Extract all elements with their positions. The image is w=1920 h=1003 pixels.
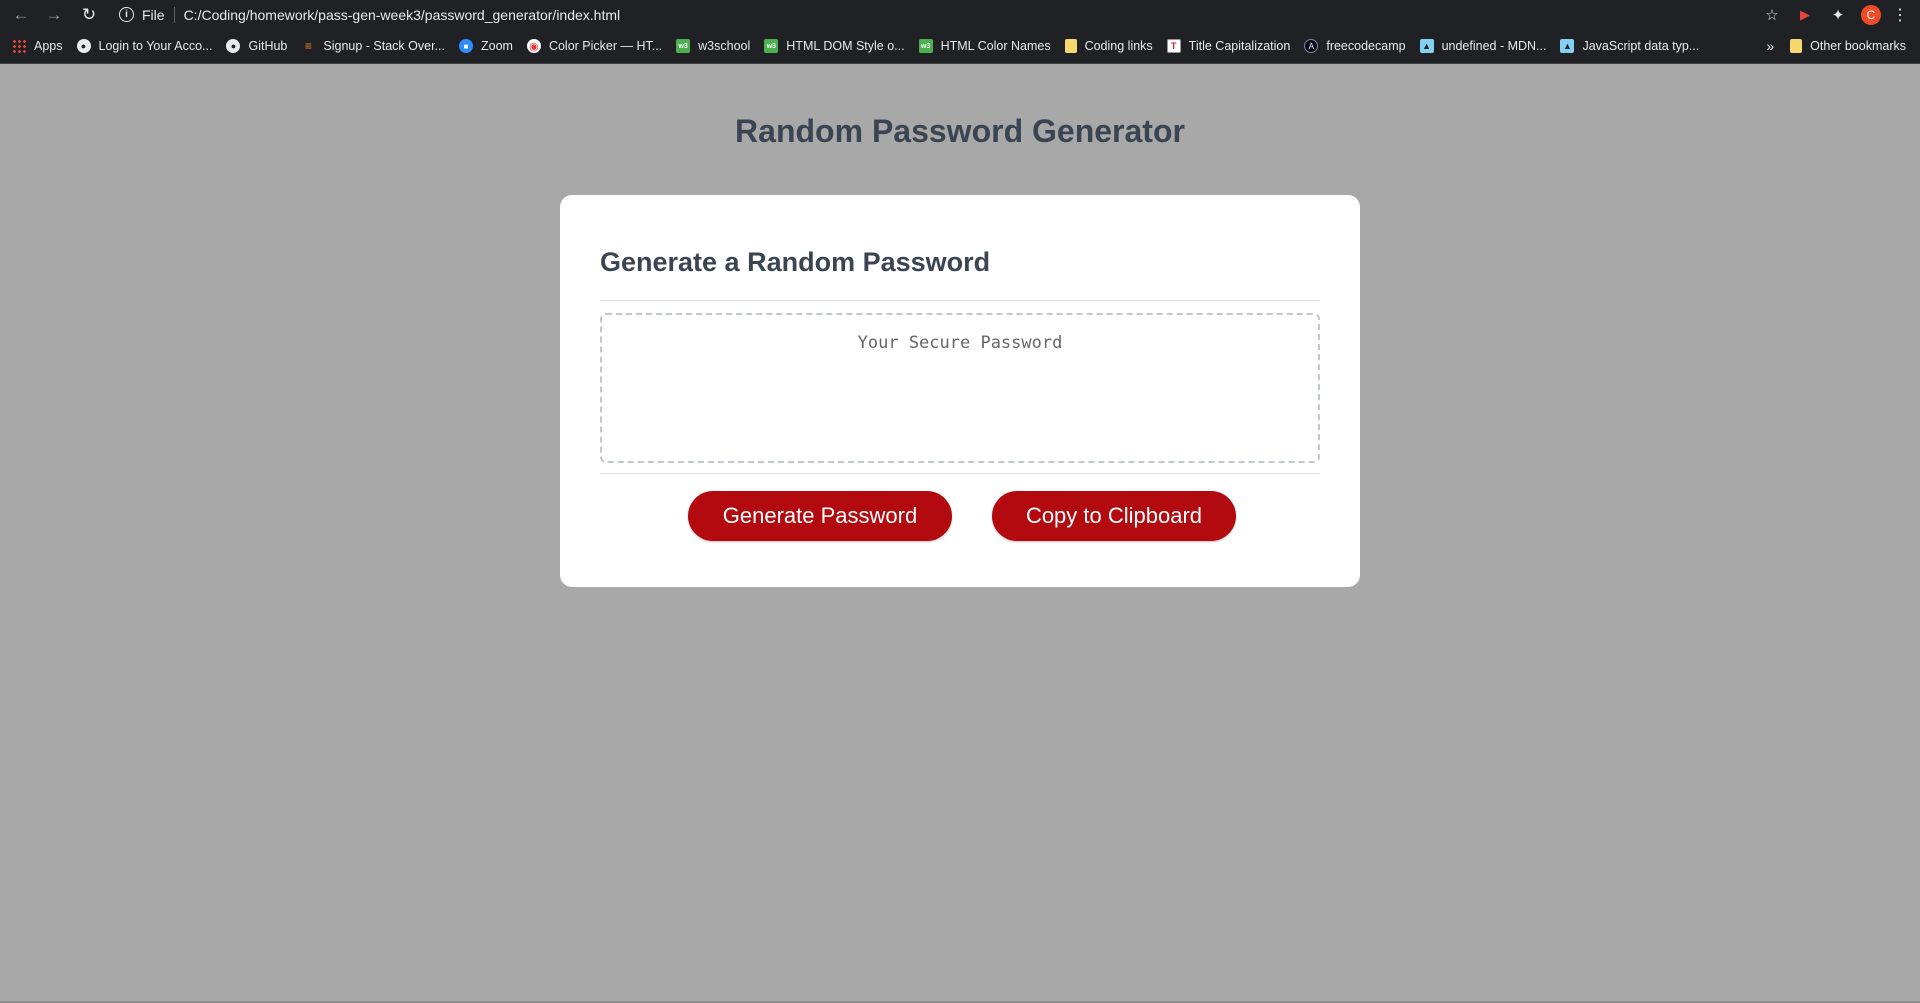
browser-toolbar: ← → ↻ i File C:/Coding/homework/pass-gen… — [0, 0, 1920, 29]
bookmark-login[interactable]: ● Login to Your Acco... — [71, 33, 221, 59]
w3schools-icon: w3 — [676, 39, 691, 53]
toolbar-right-icons: ☆ ▶ ✦ C ⋮ — [1762, 0, 1920, 29]
bookmark-html-color-names[interactable]: w3 HTML Color Names — [913, 33, 1059, 59]
password-card: Generate a Random Password Generate Pass… — [560, 195, 1360, 587]
folder-icon — [1790, 39, 1803, 53]
bookmark-html-dom-style[interactable]: w3 HTML DOM Style o... — [758, 33, 912, 59]
extensions-puzzle-icon[interactable]: ✦ — [1828, 5, 1848, 25]
mdn-icon: ▲ — [1419, 39, 1434, 53]
github-icon: ● — [226, 39, 241, 53]
back-arrow-icon[interactable]: ← — [9, 3, 33, 27]
mdn-icon: ▲ — [1560, 39, 1575, 53]
forward-arrow-icon[interactable]: → — [42, 3, 66, 27]
address-bar[interactable]: i File C:/Coding/homework/pass-gen-week3… — [110, 2, 1808, 27]
w3schools-icon: w3 — [764, 39, 779, 53]
title-cap-icon: T — [1166, 39, 1181, 53]
bookmark-label: Color Picker — HT... — [548, 39, 663, 53]
bookmark-apps[interactable]: Apps — [6, 33, 71, 59]
page-title: Random Password Generator — [735, 113, 1185, 149]
bookmark-label: Title Capitalization — [1188, 39, 1291, 53]
bookmark-label: JavaScript data typ... — [1582, 39, 1700, 53]
bookmark-w3school[interactable]: w3 w3school — [670, 33, 758, 59]
bookmark-folder-coding-links[interactable]: Coding links — [1059, 33, 1161, 59]
bookmarks-overflow-chevron-icon[interactable]: » — [1756, 38, 1784, 54]
bookmark-label: HTML DOM Style o... — [786, 39, 905, 53]
bookmark-stackoverflow[interactable]: ≡ Signup - Stack Over... — [295, 33, 453, 59]
globe-icon: ● — [76, 39, 91, 53]
bookmark-label: freecodecamp — [1326, 39, 1406, 53]
bookmark-label: undefined - MDN... — [1441, 39, 1547, 53]
bookmark-label: Zoom — [480, 39, 513, 53]
stackoverflow-icon: ≡ — [304, 39, 312, 53]
password-output[interactable] — [600, 313, 1320, 463]
bookmark-other-bookmarks[interactable]: Other bookmarks — [1784, 33, 1914, 59]
bookmark-mdn-undefined[interactable]: ▲ undefined - MDN... — [1414, 33, 1555, 59]
bookmark-color-picker[interactable]: ◉ Color Picker — HT... — [521, 33, 670, 59]
reload-icon[interactable]: ↻ — [77, 3, 101, 27]
bookmark-mdn-js-data-types[interactable]: ▲ JavaScript data typ... — [1554, 33, 1707, 59]
copy-to-clipboard-button[interactable]: Copy to Clipboard — [992, 491, 1236, 541]
bookmark-zoom[interactable]: ■ Zoom — [453, 33, 521, 59]
bookmark-freecodecamp[interactable]: A freecodecamp — [1298, 33, 1413, 59]
apps-grid-icon — [12, 39, 26, 53]
bookmark-label: Login to Your Acco... — [98, 39, 213, 53]
extension-record-icon[interactable]: ▶ — [1795, 5, 1815, 25]
browser-menu-icon[interactable]: ⋮ — [1892, 5, 1908, 25]
bookmark-title-capitalization[interactable]: T Title Capitalization — [1161, 33, 1299, 59]
card-divider-bottom — [600, 473, 1320, 474]
bookmark-label: Other bookmarks — [1810, 39, 1906, 53]
bookmark-label: Coding links — [1084, 39, 1153, 53]
bookmark-label: Signup - Stack Over... — [323, 39, 445, 53]
generate-password-button[interactable]: Generate Password — [688, 491, 952, 541]
card-divider-top — [600, 300, 1320, 301]
profile-avatar[interactable]: C — [1861, 4, 1881, 25]
bookmark-label: GitHub — [248, 39, 288, 53]
zoom-icon: ■ — [458, 39, 473, 53]
color-picker-icon: ◉ — [526, 39, 541, 53]
bookmark-label: HTML Color Names — [940, 39, 1051, 53]
bookmarks-bar: Apps ● Login to Your Acco... ● GitHub ≡ … — [0, 29, 1920, 64]
info-icon[interactable]: i — [119, 7, 134, 22]
url-text[interactable]: C:/Coding/homework/pass-gen-week3/passwo… — [184, 7, 621, 23]
bookmark-label: w3school — [698, 39, 751, 53]
folder-icon — [1064, 39, 1077, 53]
bookmark-star-icon[interactable]: ☆ — [1762, 5, 1782, 25]
card-header: Generate a Random Password — [600, 247, 991, 277]
url-scheme-label: File — [142, 6, 175, 23]
bookmark-label: Apps — [34, 39, 63, 53]
freecodecamp-icon: A — [1304, 39, 1319, 53]
bookmark-github[interactable]: ● GitHub — [220, 33, 295, 59]
w3schools-icon: w3 — [918, 39, 933, 53]
